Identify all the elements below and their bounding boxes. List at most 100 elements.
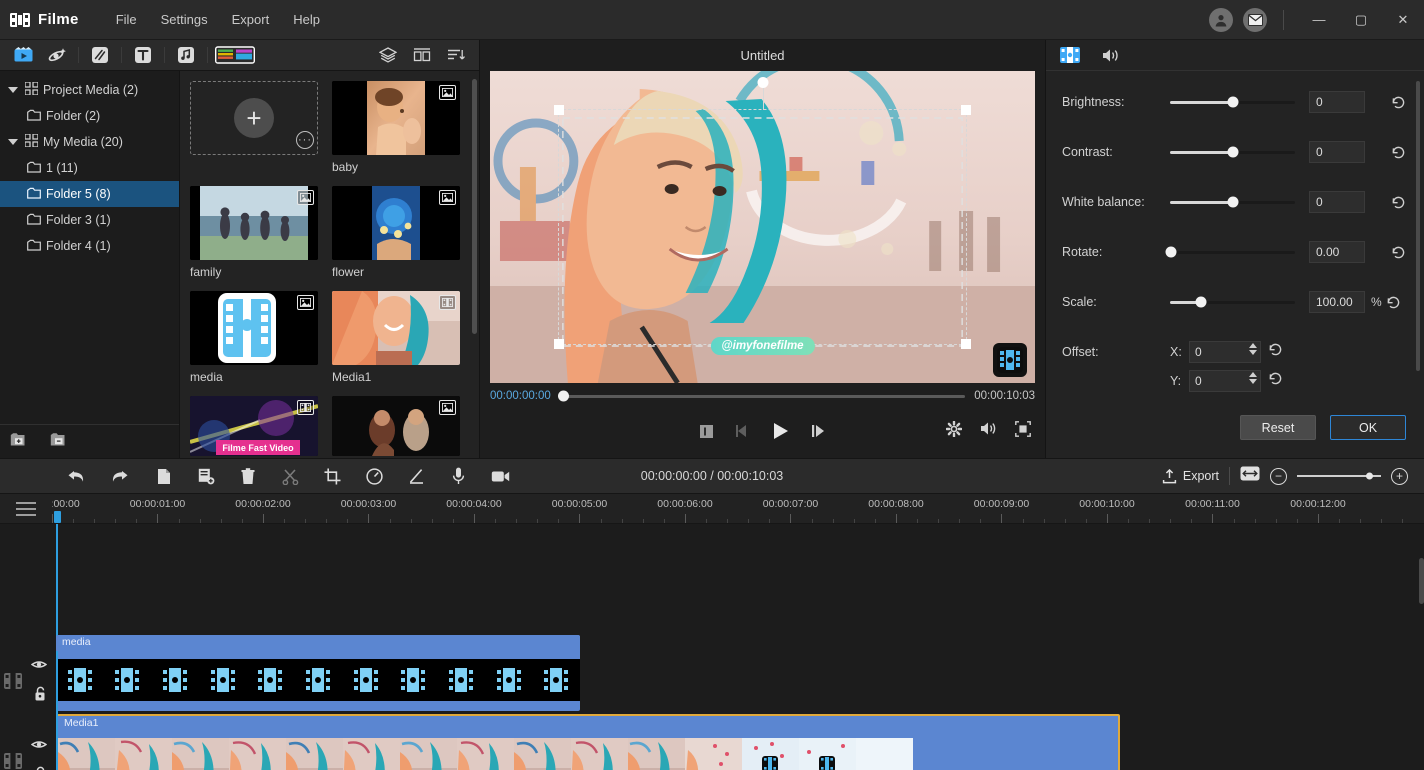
- minimize-button[interactable]: —: [1298, 0, 1340, 40]
- voiceover-icon[interactable]: [442, 463, 474, 489]
- undo-icon[interactable]: [60, 463, 92, 489]
- record-icon[interactable]: [484, 463, 516, 489]
- sidebar-item-folder-4[interactable]: Folder 4 (1): [0, 233, 179, 259]
- seek-slider[interactable]: [557, 390, 966, 402]
- split-icon[interactable]: [274, 463, 306, 489]
- transform-selection-box[interactable]: [554, 77, 971, 349]
- stepper-down-icon[interactable]: [1249, 349, 1257, 355]
- timeline-menu-icon[interactable]: [0, 494, 52, 523]
- reset-contrast-icon[interactable]: [1391, 145, 1406, 160]
- play-button[interactable]: [772, 422, 789, 440]
- delete-icon[interactable]: [232, 463, 264, 489]
- timeline-clip-media[interactable]: media: [56, 635, 580, 711]
- sidebar-item-1[interactable]: 1 (11): [0, 155, 179, 181]
- offset-x-stepper[interactable]: [1249, 342, 1257, 355]
- media-thumbnail[interactable]: [332, 186, 460, 260]
- timeline-ruler[interactable]: 00:00:00:00 00:00:01:00 00:00:02:00 00:00:0…: [0, 494, 1424, 524]
- list-item[interactable]: family: [190, 186, 318, 279]
- ruler-playhead-flag[interactable]: [54, 511, 61, 523]
- menu-help[interactable]: Help: [282, 7, 331, 32]
- brightness-value[interactable]: 0: [1309, 91, 1365, 113]
- crop-icon[interactable]: [316, 463, 348, 489]
- maximize-button[interactable]: ▢: [1340, 0, 1382, 40]
- menu-export[interactable]: Export: [221, 7, 281, 32]
- white-balance-value[interactable]: 0: [1309, 191, 1365, 213]
- list-item[interactable]: Media1: [332, 291, 460, 384]
- expand-caret-icon[interactable]: [6, 139, 20, 145]
- reset-white-balance-icon[interactable]: [1391, 195, 1406, 210]
- timeline-zoom-slider[interactable]: [1297, 472, 1381, 480]
- stop-button[interactable]: [699, 424, 713, 438]
- scale-slider[interactable]: [1170, 296, 1295, 308]
- resize-handle-top-left[interactable]: [554, 105, 564, 115]
- settings-gear-icon[interactable]: [945, 420, 963, 442]
- color-icon[interactable]: [400, 463, 432, 489]
- transitions-icon[interactable]: [85, 43, 115, 67]
- media-thumbnail[interactable]: [332, 396, 460, 456]
- timeline-clip-media1[interactable]: Media1: [56, 714, 1120, 770]
- volume-icon[interactable]: [980, 421, 997, 441]
- list-item[interactable]: baby: [332, 81, 460, 174]
- rotate-value[interactable]: 0.00: [1309, 241, 1365, 263]
- close-button[interactable]: ✕: [1382, 0, 1424, 40]
- properties-scrollbar[interactable]: [1416, 81, 1420, 371]
- sidebar-item-project-media[interactable]: Project Media (2): [0, 77, 179, 103]
- templates-icon[interactable]: [214, 43, 256, 67]
- scale-value[interactable]: 100.00: [1309, 291, 1365, 313]
- media-grid-panel[interactable]: + ··· baby family flower media Media1 Fi…: [180, 71, 479, 458]
- menu-file[interactable]: File: [105, 7, 148, 32]
- tab-audio[interactable]: [1102, 48, 1121, 63]
- expand-caret-icon[interactable]: [6, 87, 20, 93]
- media-library-icon[interactable]: [8, 43, 38, 67]
- resize-handle-bottom-left[interactable]: [554, 339, 564, 349]
- split-view-icon[interactable]: [407, 43, 437, 67]
- ok-button[interactable]: OK: [1330, 415, 1406, 440]
- remove-folder-button[interactable]: [50, 432, 68, 452]
- media-thumbnail[interactable]: [332, 81, 460, 155]
- list-item[interactable]: media: [190, 291, 318, 384]
- offset-y-stepper[interactable]: [1249, 371, 1257, 384]
- list-item[interactable]: flower: [332, 186, 460, 279]
- tab-video[interactable]: [1060, 47, 1080, 63]
- media-thumbnail[interactable]: [190, 186, 318, 260]
- sidebar-item-my-media[interactable]: My Media (20): [0, 129, 179, 155]
- stepper-down-icon[interactable]: [1249, 378, 1257, 384]
- media-thumbnail[interactable]: Filme Fast Video: [190, 396, 318, 456]
- sidebar-item-folder-5[interactable]: Folder 5 (8): [0, 181, 179, 207]
- layers-icon[interactable]: [373, 43, 403, 67]
- resize-handle-bottom-right[interactable]: [961, 339, 971, 349]
- audio-icon[interactable]: [171, 43, 201, 67]
- offset-y-input[interactable]: 0: [1189, 369, 1261, 392]
- track-lock-icon[interactable]: [33, 766, 46, 770]
- duplicate-icon[interactable]: [190, 463, 222, 489]
- add-media-button[interactable]: +: [234, 98, 274, 138]
- text-icon[interactable]: [128, 43, 158, 67]
- timeline-tracks[interactable]: media Media1: [0, 524, 1424, 770]
- menu-settings[interactable]: Settings: [150, 7, 219, 32]
- mail-icon[interactable]: [1243, 7, 1267, 32]
- reset-offset-y-icon[interactable]: [1268, 371, 1283, 391]
- redo-icon[interactable]: [104, 463, 136, 489]
- media-more-options-button[interactable]: ···: [296, 131, 314, 149]
- export-button[interactable]: Export: [1162, 468, 1219, 484]
- media-add-cell[interactable]: + ···: [190, 81, 318, 174]
- copy-icon[interactable]: [148, 463, 180, 489]
- stepper-up-icon[interactable]: [1249, 342, 1257, 348]
- brightness-slider[interactable]: [1170, 96, 1295, 108]
- account-icon[interactable]: [1209, 7, 1233, 32]
- sort-icon[interactable]: [441, 43, 471, 67]
- list-item[interactable]: [332, 396, 460, 456]
- zoom-slider-handle[interactable]: [1366, 472, 1373, 480]
- reset-button[interactable]: Reset: [1240, 415, 1316, 440]
- white-balance-slider[interactable]: [1170, 196, 1295, 208]
- zoom-out-button[interactable]: −: [1270, 467, 1287, 485]
- list-item[interactable]: Filme Fast Video: [190, 396, 318, 456]
- media-grid-scrollbar[interactable]: [472, 79, 477, 334]
- contrast-value[interactable]: 0: [1309, 141, 1365, 163]
- media-thumbnail[interactable]: [190, 291, 318, 365]
- zoom-in-button[interactable]: +: [1391, 467, 1408, 485]
- reset-brightness-icon[interactable]: [1391, 95, 1406, 110]
- reset-rotate-icon[interactable]: [1391, 245, 1406, 260]
- seek-handle[interactable]: [557, 390, 569, 402]
- offset-x-input[interactable]: 0: [1189, 340, 1261, 363]
